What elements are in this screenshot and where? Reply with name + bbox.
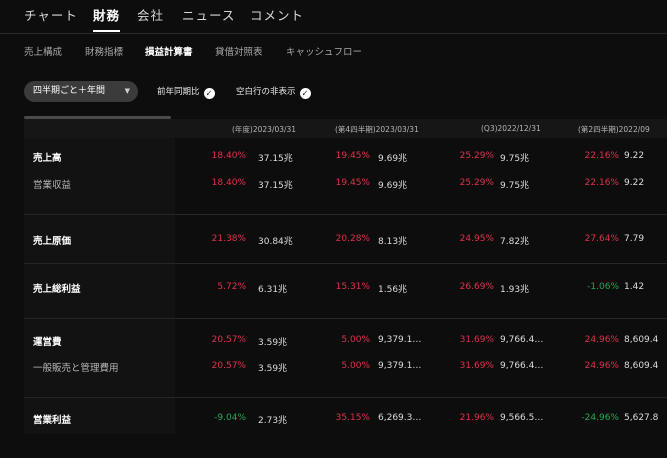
row-label: 売上総利益 [33, 284, 81, 295]
row-divider [24, 214, 667, 215]
row-divider [24, 397, 667, 398]
yoy-change: 18.40% [211, 178, 246, 188]
yoy-change: 27.64% [584, 234, 619, 244]
table-row: 運営費 20.57% 3.59兆 5.00% 9,379.1… 31.69% 9,766.4… [24, 331, 667, 351]
yoy-change: 21.38% [211, 234, 246, 244]
cell-value: 5,627.8 [624, 413, 659, 423]
yoy-change: 18.40% [211, 151, 246, 161]
yoy-change: 5.72% [217, 282, 246, 292]
yoy-change: 5.00% [341, 361, 370, 371]
table-row: 売上原価 21.38% 30.84兆 20.28% 8.13兆 24.95% 7.82兆 27… [24, 230, 667, 250]
subtab-balance-sheet[interactable]: 貸借対照表 [215, 44, 263, 58]
cell-value: 9.22 [624, 178, 645, 188]
yoy-change: 24.96% [584, 335, 619, 345]
period-dropdown-label: 四半期ごと＋年間 [33, 86, 106, 96]
filter-bar: 四半期ごと＋年間 ▼ 前年同期比 ✓ 空白行の非表示 ✓ [0, 80, 667, 106]
period-dropdown[interactable]: 四半期ごと＋年間 ▼ [24, 81, 138, 102]
yoy-change: -24.96% [581, 413, 619, 423]
subtab-revenue-breakdown[interactable]: 売上構成 [24, 44, 62, 58]
chevron-down-icon: ▼ [124, 87, 130, 95]
yoy-change: 15.31% [335, 282, 370, 292]
row-label: 営業収益 [33, 180, 72, 191]
yoy-change: 20.57% [211, 335, 246, 345]
yoy-change: -1.06% [587, 282, 619, 292]
hide-empty-rows-label: 空白行の非表示 [236, 87, 296, 97]
yoy-change: 31.69% [459, 335, 494, 345]
yoy-change: 25.29% [459, 178, 494, 188]
table-row: 営業利益 -9.04% 2.73兆 35.15% 6,269.3… 21.96% 9,566… [24, 409, 667, 429]
income-statement-table: (年度)2023/03/31 (第4四半期)2023/03/31 (Q3)202… [24, 119, 667, 434]
yoy-toggle[interactable]: 前年同期比 ✓ [157, 85, 215, 99]
cell-value: 7.79 [624, 234, 645, 244]
yoy-change: 24.95% [459, 234, 494, 244]
yoy-change: 5.00% [341, 335, 370, 345]
yoy-change: 24.96% [584, 361, 619, 371]
row-label: 売上高 [33, 153, 62, 164]
cell-value: 9.22 [624, 151, 645, 161]
table-row: 一般販売と管理費用 20.57% 3.59兆 5.00% 9,379.1… 31.69% 9… [24, 357, 667, 377]
cell-value: 8,609.4 [624, 335, 659, 345]
table-row: 営業収益 18.40% 37.15兆 19.45% 9.69兆 25.29% 9.75兆 22… [24, 174, 667, 194]
yoy-change: 22.16% [584, 178, 619, 188]
yoy-change: 35.15% [335, 413, 370, 423]
column-header: (第2四半期)2022/09 [578, 125, 650, 134]
row-label: 運営費 [33, 337, 62, 348]
yoy-change: 20.28% [335, 234, 370, 244]
subtab-income-statement[interactable]: 損益計算書 [145, 44, 193, 58]
yoy-change: 20.57% [211, 361, 246, 371]
table-row: 売上高 18.40% 37.15兆 19.45% 9.69兆 25.29% 9.75兆 22.… [24, 147, 667, 167]
yoy-toggle-label: 前年同期比 [157, 87, 200, 97]
tab-financials[interactable]: 財務 [93, 5, 121, 32]
tab-company[interactable]: 会社 [137, 5, 164, 24]
hide-empty-rows-toggle[interactable]: 空白行の非表示 ✓ [236, 85, 311, 99]
sub-tab-bar: 売上構成 財務指標 損益計算書 貸借対照表 キャッシュフロー [0, 34, 667, 68]
tab-comments[interactable]: コメント [250, 5, 304, 24]
row-label: 一般販売と管理費用 [33, 363, 119, 374]
subtab-financial-indicators[interactable]: 財務指標 [85, 44, 123, 58]
table-row: 売上総利益 5.72% 6.31兆 15.31% 1.56兆 26.69% 1.93兆 -1.… [24, 278, 667, 298]
tab-news[interactable]: ニュース [182, 5, 235, 24]
yoy-change: 25.29% [459, 151, 494, 161]
cell-value: 1.42 [624, 282, 645, 292]
yoy-change: 19.45% [335, 178, 370, 188]
check-icon: ✓ [299, 88, 311, 99]
yoy-change: -9.04% [214, 413, 246, 423]
column-header: (年度)2023/03/31 [232, 125, 297, 134]
row-label: 売上原価 [33, 236, 72, 247]
subtab-cash-flow[interactable]: キャッシュフロー [286, 44, 362, 58]
row-divider [24, 318, 667, 319]
row-divider [24, 263, 667, 264]
yoy-change: 21.96% [459, 413, 494, 423]
column-header: (Q3)2022/12/31 [481, 124, 541, 133]
yoy-change: 31.69% [459, 361, 494, 371]
yoy-change: 26.69% [459, 282, 494, 292]
yoy-change: 22.16% [584, 151, 619, 161]
cell-value: 8,609.4 [624, 361, 659, 371]
top-tab-bar: チャート 財務 会社 ニュース コメント [0, 0, 667, 34]
row-label: 営業利益 [33, 415, 72, 426]
table-header: (年度)2023/03/31 (第4四半期)2023/03/31 (Q3)202… [24, 119, 667, 138]
column-header: (第4四半期)2023/03/31 [335, 125, 419, 134]
tab-chart[interactable]: チャート [24, 5, 78, 24]
yoy-change: 19.45% [335, 151, 370, 161]
check-icon: ✓ [203, 88, 215, 99]
